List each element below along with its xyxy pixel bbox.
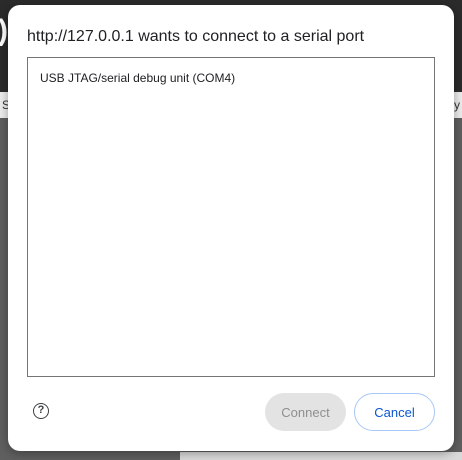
connect-button[interactable]: Connect — [265, 393, 346, 431]
serial-port-chooser-dialog: http://127.0.0.1 wants to connect to a s… — [8, 5, 454, 451]
background-text-fragment-right: y — [454, 98, 460, 112]
background-logo-fragment: ) — [0, 14, 8, 48]
dialog-title: http://127.0.0.1 wants to connect to a s… — [27, 28, 365, 45]
help-circle-icon[interactable]: ? — [33, 403, 49, 419]
cancel-button[interactable]: Cancel — [354, 393, 435, 431]
device-item[interactable]: USB JTAG/serial debug unit (COM4) — [40, 71, 235, 85]
device-list[interactable]: USB JTAG/serial debug unit (COM4) — [27, 57, 435, 377]
background-panel-fragment — [180, 452, 462, 460]
